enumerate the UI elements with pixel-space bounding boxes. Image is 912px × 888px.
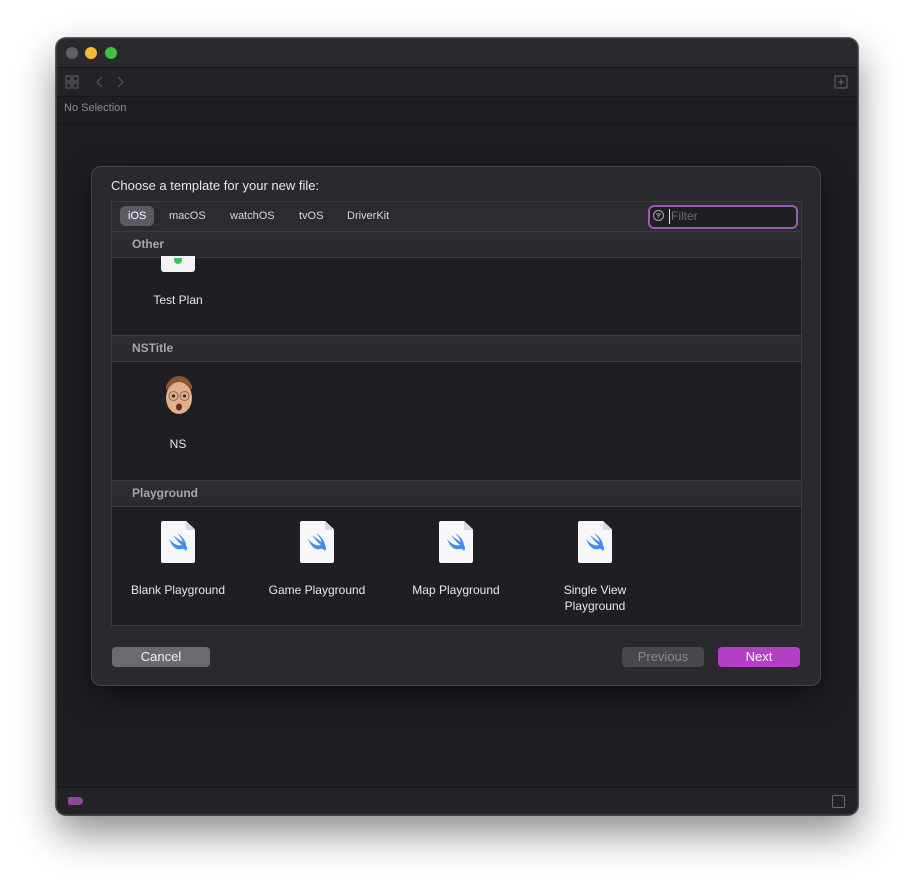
add-editor-icon[interactable]	[834, 75, 848, 92]
text-caret	[669, 209, 670, 224]
section-title: NSTitle	[132, 341, 174, 355]
debug-area-toggle-icon[interactable]	[832, 795, 845, 808]
section-title: Playground	[132, 486, 199, 500]
template-item-blank-playground[interactable]: Blank Playground	[113, 520, 243, 600]
filter-icon	[653, 210, 664, 221]
grid-icon[interactable]	[65, 75, 79, 92]
sheet-title: Choose a template for your new file:	[111, 178, 320, 193]
template-panel: iOS macOS watchOS tvOS DriverKit Filter …	[111, 201, 802, 626]
template-label: Test Plan	[153, 293, 203, 307]
swift-file-icon	[300, 521, 334, 563]
swift-file-icon	[439, 521, 473, 563]
cancel-button[interactable]: Cancel	[112, 647, 210, 667]
section-header-nstitle: NSTitle	[112, 335, 801, 362]
divider	[57, 123, 857, 124]
section-header-other: Other	[112, 231, 801, 258]
test-plan-icon	[161, 256, 195, 272]
section-header-playground: Playground	[112, 480, 801, 507]
tab-tvos[interactable]: tvOS	[291, 206, 331, 226]
template-label: Single View Playground	[563, 583, 627, 613]
template-item-test-plan[interactable]: Test Plan	[113, 256, 243, 328]
memoji-avatar-icon	[161, 374, 197, 420]
template-label: Blank Playground	[130, 583, 226, 597]
template-label: Game Playground	[268, 583, 366, 597]
filter-field[interactable]: Filter	[648, 205, 798, 229]
close-window-button[interactable]	[66, 47, 78, 59]
minimize-window-button[interactable]	[85, 47, 97, 59]
platform-tab-bar: iOS macOS watchOS tvOS DriverKit Filter	[112, 202, 801, 232]
back-chevron-icon[interactable]	[95, 75, 105, 92]
title-bar	[57, 39, 857, 67]
filter-tag-icon[interactable]	[68, 797, 83, 805]
navigator-toolbar	[57, 67, 857, 97]
section-title: Other	[132, 237, 165, 251]
previous-button[interactable]: Previous	[622, 647, 704, 667]
swift-file-icon	[578, 521, 612, 563]
template-item-single-view-playground[interactable]: Single View Playground	[530, 520, 660, 616]
forward-chevron-icon[interactable]	[115, 75, 125, 92]
tab-driverkit[interactable]: DriverKit	[339, 206, 397, 226]
next-button[interactable]: Next	[718, 647, 800, 667]
zoom-window-button[interactable]	[105, 47, 117, 59]
swift-file-icon	[161, 521, 195, 563]
template-chooser-sheet: Choose a template for your new file: iOS…	[91, 166, 821, 686]
template-label: Map Playground	[412, 583, 500, 597]
status-bar	[57, 787, 857, 814]
tab-macos[interactable]: macOS	[161, 206, 214, 226]
template-label: NS	[169, 437, 187, 451]
tab-watchos[interactable]: watchOS	[222, 206, 283, 226]
jump-bar-no-selection: No Selection	[64, 102, 127, 114]
template-item-game-playground[interactable]: Game Playground	[252, 520, 382, 600]
template-item-ns[interactable]: NS	[113, 372, 243, 452]
template-item-map-playground[interactable]: Map Playground	[391, 520, 521, 600]
filter-placeholder: Filter	[671, 209, 698, 223]
tab-ios[interactable]: iOS	[120, 206, 155, 226]
